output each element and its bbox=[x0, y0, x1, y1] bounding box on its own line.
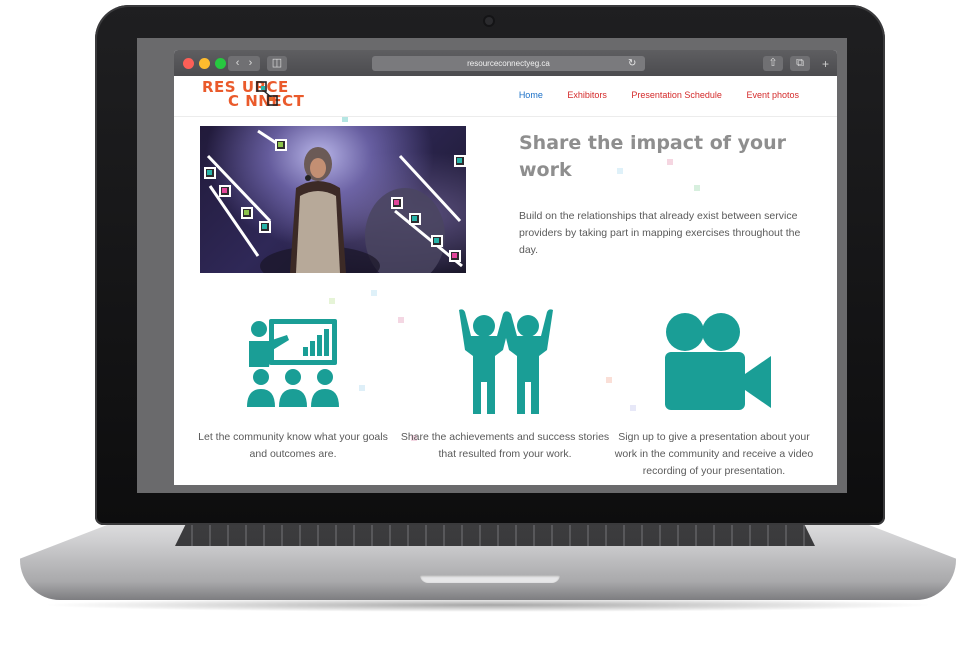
decor-square bbox=[694, 185, 700, 191]
logo-connector-icon bbox=[256, 81, 278, 106]
speaker-photo-illustration bbox=[204, 129, 466, 273]
browser-titlebar: ‹ › ◫ resourceconnectyeg.ca ↻ ⇧ ⧉ + bbox=[174, 50, 837, 76]
share-button[interactable]: ⇧ bbox=[763, 56, 783, 71]
laptop-notch bbox=[420, 575, 560, 583]
feature-text-goals: Let the community know what your goals a… bbox=[198, 431, 388, 460]
presentation-audience-icon bbox=[247, 319, 339, 407]
site-header: RES URCE C NNECT Home Exhibitors Present… bbox=[174, 76, 837, 117]
hero-text: Build on the relationships that already … bbox=[519, 210, 801, 256]
reload-icon[interactable]: ↻ bbox=[628, 56, 636, 71]
nav-event-photos[interactable]: Event photos bbox=[746, 90, 799, 100]
main-nav: Home Exhibitors Presentation Schedule Ev… bbox=[497, 90, 799, 100]
feature-text-presentation: Sign up to give a presentation about you… bbox=[614, 431, 814, 477]
hero-photo bbox=[200, 126, 466, 273]
celebrating-people-icon bbox=[459, 309, 553, 414]
resource-connect-logo[interactable]: RES URCE C NNECT bbox=[202, 80, 304, 109]
new-tab-icon[interactable]: + bbox=[822, 57, 829, 71]
decor-square bbox=[398, 317, 404, 323]
nav-presentation-schedule[interactable]: Presentation Schedule bbox=[631, 90, 722, 100]
zoom-window-button[interactable] bbox=[215, 58, 226, 69]
chevron-right-icon[interactable]: › bbox=[249, 57, 253, 69]
laptop-shadow bbox=[40, 598, 936, 612]
chevron-left-icon[interactable]: ‹ bbox=[236, 57, 240, 69]
share-icon: ⇧ bbox=[768, 57, 778, 69]
browser-window: ‹ › ◫ resourceconnectyeg.ca ↻ ⇧ ⧉ + RES … bbox=[174, 50, 837, 485]
webcam bbox=[485, 17, 493, 25]
close-window-button[interactable] bbox=[183, 58, 194, 69]
tabs-button[interactable]: ⧉ bbox=[790, 56, 810, 71]
feature-text-achievements: Share the achievements and success stori… bbox=[400, 431, 610, 460]
tabs-icon: ⧉ bbox=[796, 57, 804, 69]
decor-square bbox=[371, 290, 377, 296]
nav-exhibitors[interactable]: Exhibitors bbox=[567, 90, 607, 100]
nav-home[interactable]: Home bbox=[519, 90, 543, 100]
hero-title: Share the impact of your work bbox=[519, 132, 786, 181]
decor-square bbox=[606, 377, 612, 383]
sidebar-toggle-button[interactable]: ◫ bbox=[267, 56, 287, 71]
address-bar[interactable]: resourceconnectyeg.ca bbox=[372, 56, 645, 71]
decor-square bbox=[359, 385, 365, 391]
url-text: resourceconnectyeg.ca bbox=[467, 59, 550, 68]
back-forward-buttons[interactable]: ‹ › bbox=[228, 56, 260, 71]
video-camera-icon bbox=[665, 313, 771, 410]
sidebar-icon: ◫ bbox=[271, 57, 283, 69]
decor-square bbox=[329, 298, 335, 304]
decor-square bbox=[630, 405, 636, 411]
minimize-window-button[interactable] bbox=[199, 58, 210, 69]
